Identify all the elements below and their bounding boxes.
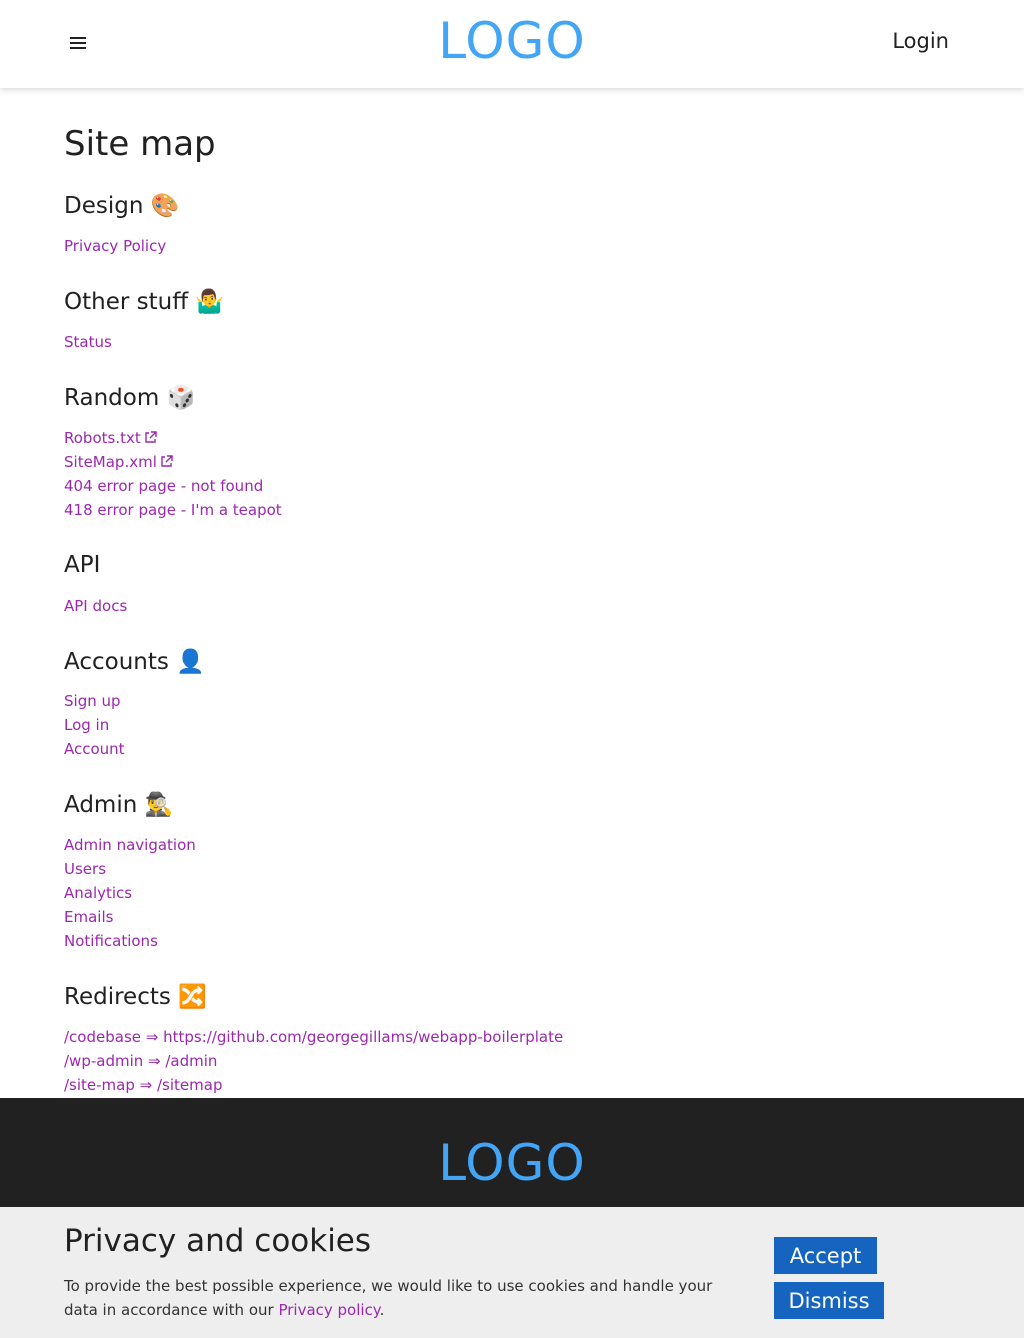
link-redirect-site-map[interactable]: /site-map ⇒ /sitemap <box>64 1076 222 1094</box>
top-app-bar: LOGO Login <box>0 0 1024 88</box>
link-api-docs[interactable]: API docs <box>64 597 127 615</box>
header-logo[interactable]: LOGO <box>0 12 1024 70</box>
link-admin-navigation[interactable]: Admin navigation <box>64 836 196 854</box>
cookie-text-body: To provide the best possible experience,… <box>64 1277 713 1319</box>
external-link-icon <box>145 431 157 443</box>
footer-logo[interactable]: LOGO <box>0 1134 1024 1192</box>
dismiss-button[interactable]: Dismiss <box>774 1282 884 1319</box>
link-sitemap-xml[interactable]: SiteMap.xml <box>64 453 173 471</box>
link-notifications[interactable]: Notifications <box>64 932 158 950</box>
link-404-page[interactable]: 404 error page - not found <box>64 477 263 495</box>
link-account[interactable]: Account <box>64 740 125 758</box>
link-emails[interactable]: Emails <box>64 908 113 926</box>
link-redirect-wp-admin[interactable]: /wp-admin ⇒ /admin <box>64 1052 217 1070</box>
cookie-banner-text: To provide the best possible experience,… <box>64 1274 744 1322</box>
section-heading-redirects: Redirects 🔀 <box>64 984 207 1010</box>
section-heading-api: API <box>64 552 101 578</box>
cookie-privacy-policy-link[interactable]: Privacy policy <box>278 1301 379 1319</box>
footer: LOGO <box>0 1098 1024 1208</box>
link-418-page[interactable]: 418 error page - I'm a teapot <box>64 501 282 519</box>
link-analytics[interactable]: Analytics <box>64 884 132 902</box>
accept-button[interactable]: Accept <box>774 1237 877 1274</box>
link-log-in[interactable]: Log in <box>64 716 109 734</box>
section-heading-accounts: Accounts 👤 <box>64 649 205 675</box>
login-link[interactable]: Login <box>892 29 949 53</box>
link-robots-txt[interactable]: Robots.txt <box>64 429 157 447</box>
link-sign-up[interactable]: Sign up <box>64 692 121 710</box>
section-heading-other-stuff: Other stuff 🤷‍♂️ <box>64 289 224 315</box>
cookie-banner: Privacy and cookies To provide the best … <box>0 1207 1024 1338</box>
link-status[interactable]: Status <box>64 333 112 351</box>
link-privacy-policy[interactable]: Privacy Policy <box>64 237 166 255</box>
link-label: Robots.txt <box>64 429 141 447</box>
section-heading-design: Design 🎨 <box>64 193 180 219</box>
cookie-text-end: . <box>379 1301 385 1319</box>
section-heading-random: Random 🎲 <box>64 385 196 411</box>
section-heading-admin: Admin 🕵️‍♂️ <box>64 792 174 818</box>
cookie-banner-title: Privacy and cookies <box>64 1223 372 1259</box>
link-label: SiteMap.xml <box>64 453 157 471</box>
external-link-icon <box>161 455 173 467</box>
link-redirect-codebase[interactable]: /codebase ⇒ https://github.com/georgegil… <box>64 1028 563 1046</box>
link-users[interactable]: Users <box>64 860 106 878</box>
page-title: Site map <box>64 124 216 164</box>
